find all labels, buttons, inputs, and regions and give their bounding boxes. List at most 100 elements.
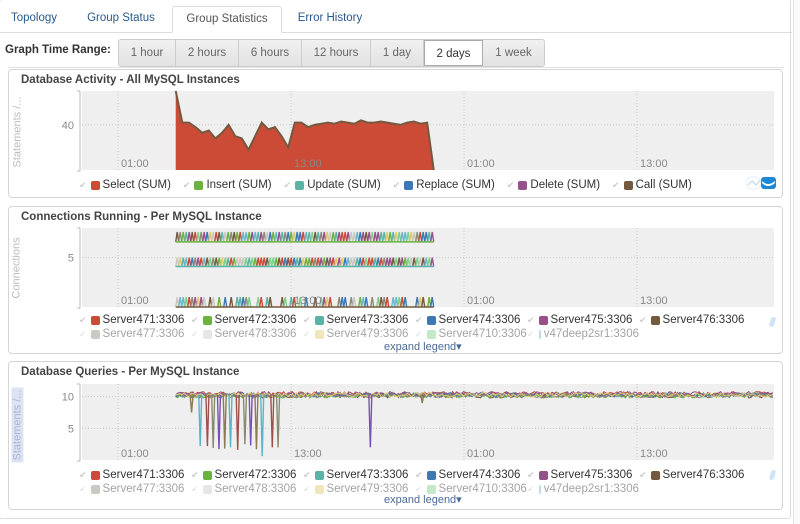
legend-item[interactable]: ✔ Server473:3306 [303, 313, 415, 327]
legend-item[interactable]: ✔ Server471:3306 [79, 313, 191, 327]
legend-item[interactable]: ✔ Server476:3306 [639, 313, 751, 327]
check-icon: ✔ [191, 469, 199, 480]
legend-label: Server479:3306 [326, 328, 409, 340]
legend-swatch [295, 180, 305, 190]
legend-label: Call (SUM) [635, 179, 692, 191]
legend-swatch [650, 470, 660, 480]
check-icon: ✔ [527, 314, 535, 325]
legend-item[interactable]: ✔ Server472:3306 [191, 313, 303, 327]
legend-item[interactable]: ✔ Server476:3306 [639, 468, 751, 482]
tab-error-history[interactable]: Error History [290, 6, 370, 32]
x-tick-label: 01:00 [467, 158, 495, 170]
legend-item[interactable]: ✔ Server477:3306 [79, 482, 191, 496]
legend-item[interactable]: ✔ Server477:3306 [79, 327, 191, 341]
check-icon: ✔ [639, 314, 647, 325]
x-tick-label: 01:00 [121, 295, 149, 307]
legend-item[interactable]: ✔ Server478:3306 [191, 327, 303, 341]
legend-item[interactable]: ✔ Server471:3306 [79, 468, 191, 482]
legend-label: Server477:3306 [102, 483, 185, 495]
legend-item[interactable]: ✔ Replace (SUM) [393, 178, 495, 192]
y-tick-label: 10 [62, 392, 74, 404]
legend-item[interactable]: ✔ Select (SUM) [79, 178, 171, 192]
range-6-hours-button[interactable]: 6 hours [239, 40, 302, 66]
legend-label: Server474:3306 [438, 469, 521, 481]
legend-swatch [90, 484, 100, 494]
tab-group-status[interactable]: Group Status [78, 6, 164, 32]
legend-item[interactable]: ✔ Server4710:3306 [415, 327, 527, 341]
legend-label: Server475:3306 [550, 469, 633, 481]
legend-item[interactable]: ✔ Server473:3306 [303, 468, 415, 482]
legend-row: ✔ Server471:3306 ✔ Server472:3306 ✔ Server473… [79, 468, 751, 482]
x-tick-label: 01:00 [121, 158, 149, 170]
check-icon: ✔ [392, 179, 401, 190]
check-icon: ✔ [283, 179, 292, 190]
legend-label: v47deep2sr1:3306 [543, 328, 639, 340]
x-tick-label: 01:00 [467, 448, 495, 460]
legend-label: Server478:3306 [214, 483, 297, 495]
time-range-buttons: 1 hour 2 hours 6 hours 12 hours 1 day 2 … [118, 39, 545, 67]
legend-item[interactable]: ✔ Delete (SUM) [507, 178, 600, 192]
check-icon: ✔ [303, 314, 311, 325]
legend-item[interactable]: ✔ Call (SUM) [612, 178, 692, 192]
legend-item[interactable]: ✔ Server472:3306 [191, 468, 303, 482]
legend-item[interactable]: ✔ v47deep2sr1:3306 [527, 327, 639, 341]
legend-item[interactable]: ✔ Server478:3306 [191, 482, 303, 496]
legend-label: Server475:3306 [550, 314, 633, 326]
expand-legend-link[interactable]: expand legend▾ [384, 340, 462, 353]
legend-swatch [90, 315, 100, 325]
check-icon: ✔ [527, 328, 535, 339]
legend-item[interactable]: ✔ v47deep2sr1:3306 [527, 482, 639, 496]
legend-swatch [202, 484, 212, 494]
x-tick-label: 01:00 [467, 295, 495, 307]
legend-label: Server476:3306 [662, 314, 745, 326]
legend-swatch [426, 470, 436, 480]
legend-swatch [202, 470, 212, 480]
chart-type-toggle[interactable] [745, 176, 778, 193]
legend-item[interactable]: ✔ Server475:3306 [527, 468, 639, 482]
tab-group-statistics[interactable]: Group Statistics [172, 6, 282, 33]
legend-row: ✔ Server471:3306 ✔ Server472:3306 ✔ Server473… [79, 313, 751, 327]
connections-running-panel: Connections Running - Per MySQL Instance… [8, 206, 783, 354]
legend-swatch [202, 329, 212, 339]
legend-label: Server473:3306 [326, 314, 409, 326]
check-icon: ✔ [415, 469, 423, 480]
range-1-day-button[interactable]: 1 day [371, 40, 424, 66]
legend-swatch [404, 180, 414, 190]
legend-swatch [90, 329, 100, 339]
legend-swatch [518, 180, 528, 190]
tab-bar: Topology Group Status Group Statistics E… [0, 6, 792, 33]
check-icon: ✔ [182, 179, 191, 190]
legend-label: Server471:3306 [102, 314, 185, 326]
check-icon: ✔ [415, 314, 423, 325]
legend-label: v47deep2sr1:3306 [543, 483, 639, 495]
divider [8, 67, 784, 68]
tab-topology[interactable]: Topology [0, 6, 68, 32]
legend-row: ✔ Server477:3306 ✔ Server478:3306 ✔ Server479… [79, 327, 751, 341]
legend-swatch [623, 180, 633, 190]
range-2-hours-button[interactable]: 2 hours [176, 40, 239, 66]
range-12-hours-button[interactable]: 12 hours [302, 40, 371, 66]
expand-legend-link[interactable]: expand legend▾ [384, 493, 462, 506]
range-1-week-button[interactable]: 1 week [483, 40, 544, 66]
x-tick-label: 13:00 [294, 295, 322, 307]
y-tick-label: 40 [62, 120, 74, 132]
legend-item[interactable]: ✔ Server474:3306 [415, 313, 527, 327]
x-tick-label: 01:00 [121, 448, 149, 460]
legend-label: Server477:3306 [102, 328, 185, 340]
range-1-hour-button[interactable]: 1 hour [119, 40, 176, 66]
range-2-days-button[interactable]: 2 days [424, 40, 483, 66]
legend-item[interactable]: ✔ Insert (SUM) [183, 178, 272, 192]
legend-label: Server471:3306 [102, 469, 185, 481]
legend-label: Server476:3306 [662, 469, 745, 481]
legend-label: Replace (SUM) [416, 179, 495, 191]
activity-legend: ✔ Select (SUM) ✔ Insert (SUM) ✔ Update (SUM) ✔… [79, 178, 704, 192]
check-icon: ✔ [506, 179, 515, 190]
y-tick-label: 5 [68, 423, 74, 435]
legend-item[interactable]: ✔ Server475:3306 [527, 313, 639, 327]
check-icon: ✔ [79, 483, 87, 494]
legend-item[interactable]: ✔ Server474:3306 [415, 468, 527, 482]
legend-item[interactable]: ✔ Server479:3306 [303, 327, 415, 341]
page-scrollbar[interactable] [793, 0, 800, 524]
legend-label: Insert (SUM) [206, 179, 272, 191]
legend-item[interactable]: ✔ Update (SUM) [284, 178, 381, 192]
